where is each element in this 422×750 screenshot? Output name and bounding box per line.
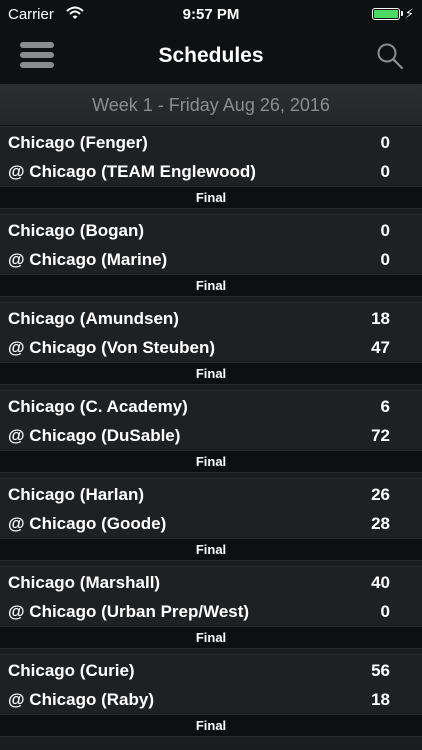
- game-item[interactable]: Chicago (Bogan) 0 @ Chicago (Marine) 0 F…: [0, 214, 422, 302]
- away-team-name: @ Chicago (Raby): [8, 690, 154, 709]
- home-team-name: Chicago (Amundsen): [8, 309, 179, 328]
- page-title: Schedules: [158, 44, 264, 67]
- game-status: Final: [0, 274, 422, 297]
- away-team-row: @ Chicago (DuSable) 72: [0, 420, 422, 449]
- game-status: Final: [0, 186, 422, 209]
- away-team-name: @ Chicago (DuSable): [8, 426, 181, 445]
- game-item[interactable]: Chicago (Marshall) 40 @ Chicago (Urban P…: [0, 566, 422, 654]
- game-item[interactable]: Chicago (Fenger) 0 @ Chicago (TEAM Engle…: [0, 126, 422, 214]
- away-team-name: @ Chicago (Marine): [8, 250, 168, 269]
- away-team-row: @ Chicago (Marine) 0: [0, 244, 422, 273]
- away-team-score: 47: [371, 338, 390, 357]
- home-team-name: Chicago (Marshall): [8, 573, 161, 592]
- home-team-name: Chicago (Curie): [8, 661, 135, 680]
- game-status: Final: [0, 714, 422, 737]
- home-team-row: Chicago (Amundsen) 18: [0, 302, 422, 332]
- home-team-row: Chicago (Marshall) 40: [0, 566, 422, 596]
- status-time: 9:57 PM: [182, 6, 240, 23]
- game-item[interactable]: Chicago (Harlan) 26 @ Chicago (Goode) 28…: [0, 478, 422, 566]
- home-team-row: Chicago (C. Academy) 6: [0, 390, 422, 420]
- game-status: Final: [0, 450, 422, 473]
- game-item[interactable]: Chicago (Curie) 56 @ Chicago (Raby) 18 F…: [0, 654, 422, 742]
- game-item[interactable]: Chicago (Amundsen) 18 @ Chicago (Von Ste…: [0, 302, 422, 390]
- away-team-score: 0: [380, 602, 390, 621]
- home-team-score: 0: [380, 221, 390, 240]
- home-team-row: Chicago (Harlan) 26: [0, 478, 422, 508]
- home-team-name: Chicago (C. Academy): [8, 397, 188, 416]
- home-team-score: 56: [371, 661, 390, 680]
- home-team-score: 26: [371, 485, 390, 504]
- game-item[interactable]: Chicago (C. Academy) 6 @ Chicago (DuSabl…: [0, 390, 422, 478]
- games-list: Chicago (Fenger) 0 @ Chicago (TEAM Engle…: [0, 126, 422, 742]
- away-team-row: @ Chicago (Raby) 18: [0, 684, 422, 713]
- away-team-row: @ Chicago (TEAM Englewood) 0: [0, 156, 422, 185]
- away-team-score: 18: [371, 690, 390, 709]
- away-team-row: @ Chicago (Urban Prep/West) 0: [0, 596, 422, 625]
- home-team-score: 6: [380, 397, 390, 416]
- charging-bolt-icon: ⚡: [404, 6, 414, 21]
- away-team-name: @ Chicago (Von Steuben): [8, 338, 216, 357]
- away-team-name: @ Chicago (Goode): [8, 514, 167, 533]
- away-team-score: 28: [371, 514, 390, 533]
- away-team-name: @ Chicago (TEAM Englewood): [8, 162, 256, 181]
- search-icon[interactable]: [376, 42, 404, 70]
- home-team-score: 40: [371, 573, 390, 592]
- away-team-score: 72: [371, 426, 390, 445]
- game-status: Final: [0, 362, 422, 385]
- nav-bar: Schedules: [0, 30, 422, 85]
- battery-icon: [372, 8, 400, 20]
- home-team-name: Chicago (Fenger): [8, 133, 148, 152]
- home-team-name: Chicago (Bogan): [8, 221, 144, 240]
- game-status: Final: [0, 538, 422, 561]
- battery-nub: [401, 11, 403, 16]
- away-team-row: @ Chicago (Goode) 28: [0, 508, 422, 537]
- away-team-score: 0: [380, 250, 390, 269]
- home-team-row: Chicago (Fenger) 0: [0, 126, 422, 156]
- home-team-score: 0: [380, 133, 390, 152]
- home-team-name: Chicago (Harlan): [8, 485, 145, 504]
- home-team-row: Chicago (Curie) 56: [0, 654, 422, 684]
- home-team-row: Chicago (Bogan) 0: [0, 214, 422, 244]
- status-bar: Carrier 9:57 PM ⚡: [0, 0, 422, 30]
- week-header: Week 1 - Friday Aug 26, 2016: [0, 85, 422, 126]
- home-team-score: 18: [371, 309, 390, 328]
- away-team-name: @ Chicago (Urban Prep/West): [8, 602, 250, 621]
- away-team-score: 0: [380, 162, 390, 181]
- game-status: Final: [0, 626, 422, 649]
- away-team-row: @ Chicago (Von Steuben) 47: [0, 332, 422, 361]
